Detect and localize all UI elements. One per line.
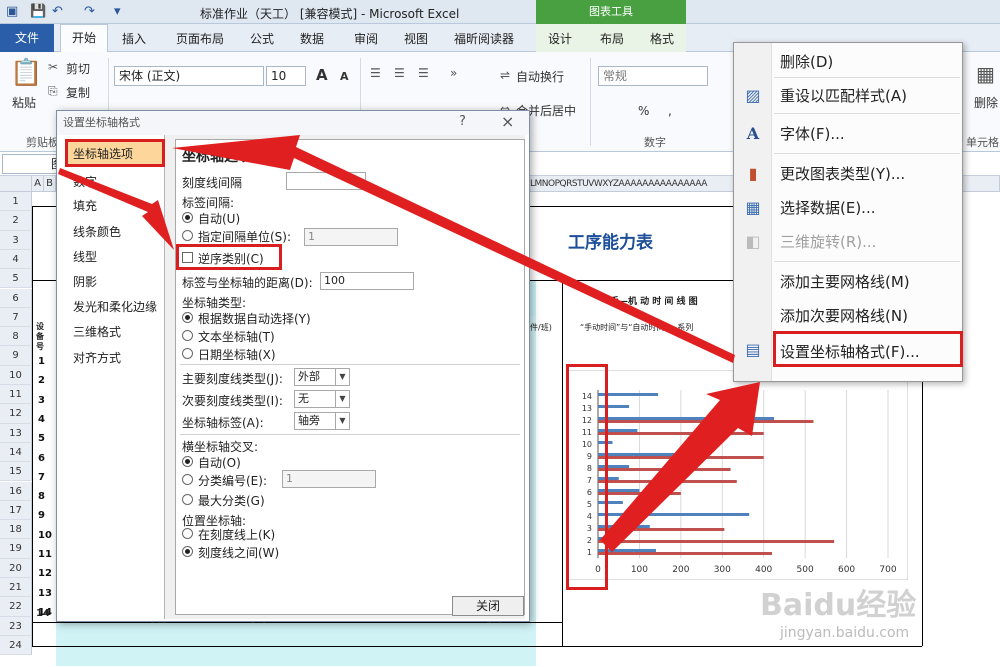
watermark-logo: Baidu经验 (760, 588, 917, 623)
arrow-to-reverse-order (58, 168, 174, 250)
arrow-to-axis-options (172, 135, 735, 363)
annotation-arrows (58, 135, 760, 552)
arrow-to-axis (600, 382, 760, 552)
watermark-url: jingyan.baidu.com (780, 625, 910, 641)
